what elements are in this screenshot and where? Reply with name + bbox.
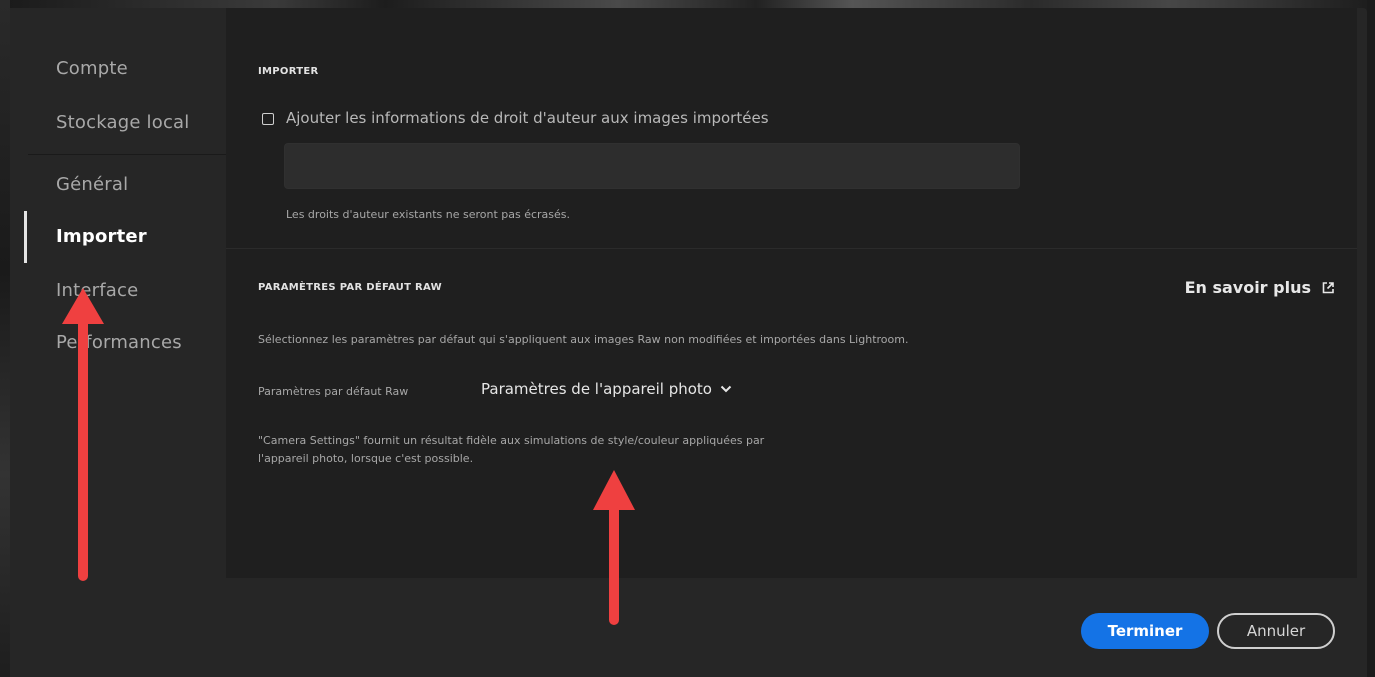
annuler-button[interactable]: Annuler xyxy=(1217,613,1335,649)
section-divider xyxy=(226,248,1357,249)
copyright-input[interactable] xyxy=(284,143,1020,189)
sidebar-divider xyxy=(28,154,226,155)
raw-setting-label: Paramètres par défaut Raw xyxy=(258,385,409,398)
sidebar-item-importer[interactable]: Importer xyxy=(56,226,147,247)
learn-more-label: En savoir plus xyxy=(1184,278,1311,297)
raw-defaults-dropdown[interactable]: Paramètres de l'appareil photo xyxy=(481,380,732,398)
learn-more-link[interactable]: En savoir plus xyxy=(1185,278,1335,297)
preferences-content: IMPORTER Ajouter les informations de dro… xyxy=(226,8,1357,578)
raw-hint-line-1: "Camera Settings" fournit un résultat fi… xyxy=(258,434,765,447)
preferences-dialog: Compte Stockage local Général Importer I… xyxy=(10,8,1367,677)
copyright-note: Les droits d'auteur existants ne seront … xyxy=(286,208,571,221)
external-link-icon xyxy=(1322,281,1334,293)
sidebar-active-indicator xyxy=(24,211,27,263)
raw-defaults-value: Paramètres de l'appareil photo xyxy=(481,380,712,398)
arrow-up-icon xyxy=(593,470,635,625)
background-photo-right xyxy=(1367,0,1375,677)
sidebar-item-compte[interactable]: Compte xyxy=(56,58,128,79)
raw-section-title: PARAMÈTRES PAR DÉFAUT RAW xyxy=(258,282,442,293)
raw-description: Sélectionnez les paramètres par défaut q… xyxy=(258,333,909,346)
import-section-title: IMPORTER xyxy=(258,66,319,77)
arrow-up-icon xyxy=(62,288,104,581)
terminer-button[interactable]: Terminer xyxy=(1081,613,1209,649)
sidebar-item-general[interactable]: Général xyxy=(56,174,128,195)
copyright-checkbox-label[interactable]: Ajouter les informations de droit d'aute… xyxy=(286,109,769,127)
sidebar-item-stockage-local[interactable]: Stockage local xyxy=(56,112,190,133)
raw-hint-line-2: l'appareil photo, lorsque c'est possible… xyxy=(258,452,474,465)
background-photo-left xyxy=(0,0,10,677)
chevron-down-icon xyxy=(720,385,732,393)
copyright-checkbox[interactable] xyxy=(262,113,274,125)
preferences-sidebar: Compte Stockage local Général Importer I… xyxy=(10,8,226,578)
dialog-footer: Terminer Annuler xyxy=(10,578,1367,677)
